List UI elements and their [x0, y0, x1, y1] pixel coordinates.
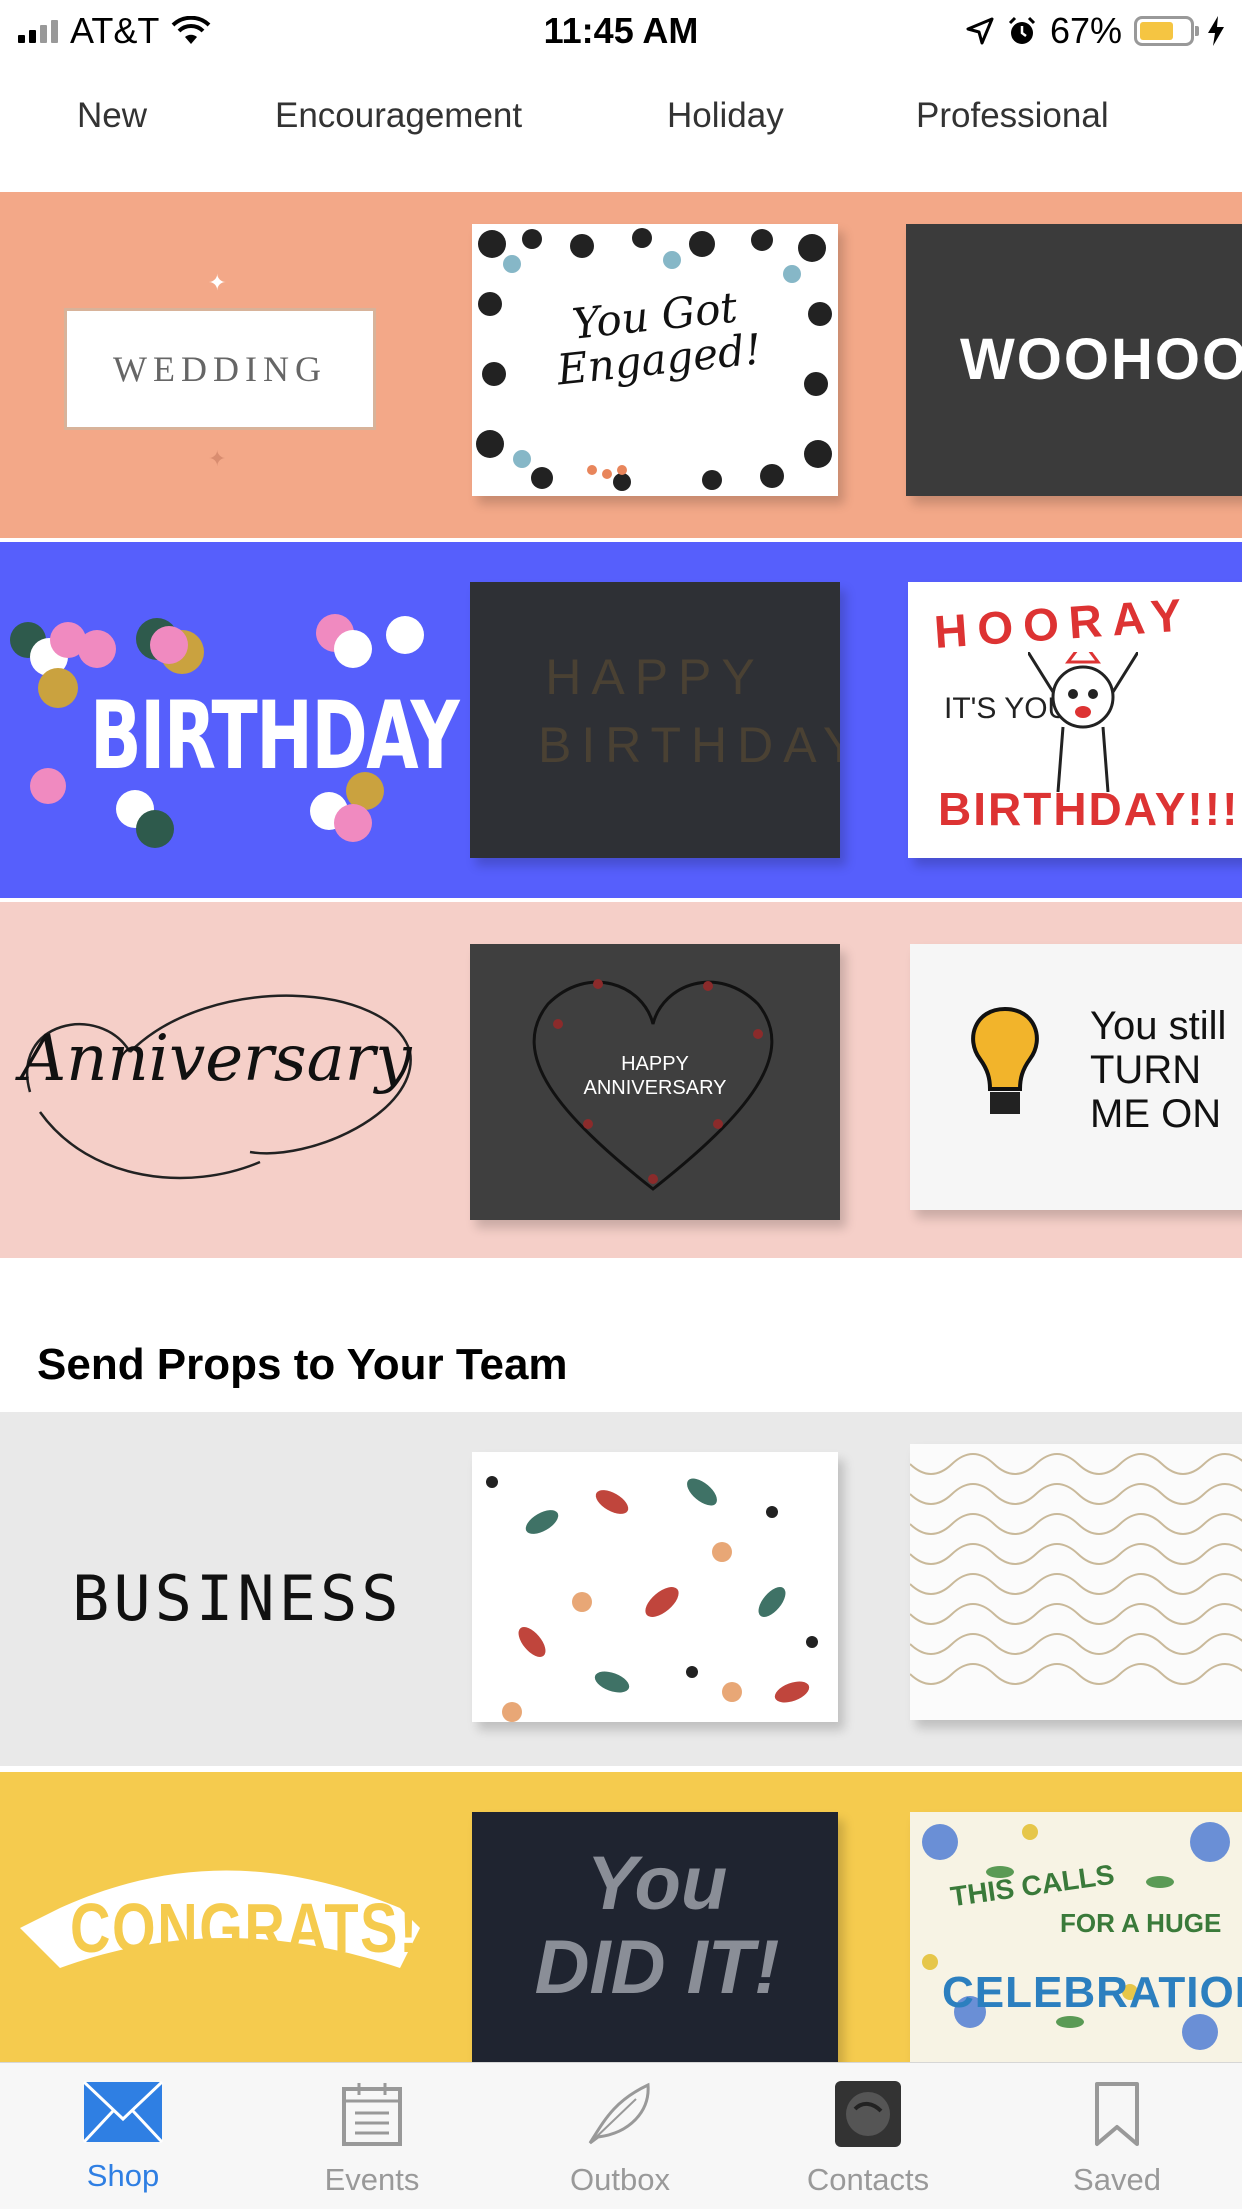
business-banner[interactable]: BUSINESS	[0, 1412, 1242, 1766]
sparkle-icon: ✦	[208, 446, 227, 471]
confetti-dot	[150, 626, 188, 664]
section-title: Send Props to Your Team	[37, 1340, 568, 1389]
card-celebration[interactable]: THIS CALLS FOR A HUGE CELEBRATION	[910, 1812, 1242, 2062]
card-woohoo[interactable]: WOOHOO!	[906, 224, 1242, 496]
congrats-tile[interactable]: CONGRATS!	[0, 1772, 430, 2062]
tab-outbox-label: Outbox	[570, 2162, 670, 2197]
card-happy-anniversary[interactable]: HAPPY ANNIVERSARY	[470, 944, 840, 1220]
alarm-icon	[1008, 16, 1035, 44]
envelope-icon	[82, 2080, 164, 2144]
card-you-did-it[interactable]: You DID IT!	[472, 1812, 838, 2062]
happy-anniversary-card-text: HAPPY ANNIVERSARY	[583, 1053, 727, 1099]
tab-contacts-label: Contacts	[806, 2162, 930, 2197]
battery-percent: 67%	[1049, 10, 1122, 51]
business-tile[interactable]: BUSINESS	[0, 1412, 430, 1766]
confetti-dot	[38, 668, 78, 708]
birthday-banner[interactable]: BIRTHDAY HAPPY BIRTHDAY HOORAY IT'S YOUR…	[0, 542, 1242, 898]
lightbulb-icon	[971, 1006, 1039, 1114]
turn-me-on-card-text: You still TURN ME ON	[1090, 1004, 1227, 1136]
tab-holiday[interactable]: Holiday	[667, 96, 784, 136]
for-a-huge-text: FOR A HUGE	[1060, 1908, 1222, 1938]
happy-birthday-card-text: HAPPY BIRTHDAY	[538, 649, 840, 773]
woohoo-card-text: WOOHOO!	[960, 327, 1242, 392]
congrats-label: CONGRATS!	[70, 1889, 420, 1967]
celebration-text: CELEBRATION	[942, 1968, 1242, 2017]
birthday-card-text: BIRTHDAY!!!	[938, 783, 1240, 835]
card-turn-me-on[interactable]: You still TURN ME ON	[910, 944, 1242, 1210]
you-did-it-card-text: You DID IT!	[534, 1841, 780, 2010]
hooray-text: HOORAY	[932, 588, 1194, 658]
calendar-icon	[342, 2083, 402, 2146]
status-bar: AT&T 11:45 AM 67%	[0, 0, 1242, 62]
card-you-got-engaged[interactable]: You Got Engaged!	[472, 224, 838, 496]
card-wave-pattern[interactable]	[910, 1444, 1242, 1720]
charging-bolt-icon	[1208, 16, 1224, 46]
wedding-tile[interactable]: ✦ WEDDING ✦	[0, 192, 430, 538]
bookmark-icon	[1095, 2082, 1139, 2146]
birthday-tile[interactable]: BIRTHDAY	[0, 542, 460, 898]
confetti-dot	[334, 804, 372, 842]
congrats-banner[interactable]: CONGRATS! You DID IT! THIS CALLS FOR A H…	[0, 1772, 1242, 2062]
confetti-dot	[136, 810, 174, 848]
wedding-banner[interactable]: ✦ WEDDING ✦ You Got Engaged! WOOHOO!	[0, 192, 1242, 538]
tab-shop[interactable]: Shop	[23, 2080, 223, 2194]
confetti-dot	[334, 630, 372, 668]
confetti-dot	[386, 616, 424, 654]
tab-contacts[interactable]: Contacts	[768, 2081, 968, 2198]
tab-outbox[interactable]: Outbox	[520, 2081, 720, 2198]
leaf-pattern-icon	[486, 1476, 818, 1722]
birthday-label: BIRTHDAY	[90, 682, 460, 791]
status-right: 67%	[966, 10, 1226, 52]
feather-icon	[588, 2082, 650, 2145]
tab-events-label: Events	[324, 2162, 420, 2197]
tab-events[interactable]: Events	[272, 2081, 472, 2198]
tab-shop-label: Shop	[86, 2158, 160, 2193]
contact-avatar-icon	[835, 2081, 901, 2147]
sparkle-icon: ✦	[208, 270, 227, 295]
confetti-dot	[30, 768, 66, 804]
card-leaf-pattern[interactable]	[472, 1452, 838, 1722]
bottom-tab-bar: Shop Events Outbox Contacts Saved	[0, 2062, 1242, 2209]
location-arrow-icon	[966, 17, 994, 45]
confetti-dot	[78, 630, 116, 668]
tab-saved-label: Saved	[1073, 2162, 1161, 2197]
wedding-label: WEDDING	[113, 349, 327, 389]
card-happy-birthday[interactable]: HAPPY BIRTHDAY	[470, 582, 840, 858]
tab-encouragement[interactable]: Encouragement	[275, 96, 522, 136]
battery-icon	[1134, 16, 1199, 46]
wedding-label-frame: WEDDING	[64, 308, 376, 430]
tab-professional[interactable]: Professional	[916, 96, 1109, 136]
business-label: BUSINESS	[72, 1562, 403, 1635]
anniversary-label: Anniversary	[20, 1022, 412, 1096]
tab-new[interactable]: New	[77, 96, 147, 136]
anniversary-tile[interactable]: Anniversary	[0, 902, 430, 1258]
category-tabs: New Encouragement Holiday Professional	[0, 96, 1242, 156]
wave-pattern-icon	[910, 1453, 1242, 1685]
party-character-icon	[1028, 652, 1138, 792]
tab-saved[interactable]: Saved	[1017, 2081, 1217, 2198]
card-hooray-birthday[interactable]: HOORAY IT'S YOUR BIRTHDAY!!!	[908, 582, 1242, 858]
anniversary-banner[interactable]: Anniversary HAPPY ANNIVERSARY You still …	[0, 902, 1242, 1258]
